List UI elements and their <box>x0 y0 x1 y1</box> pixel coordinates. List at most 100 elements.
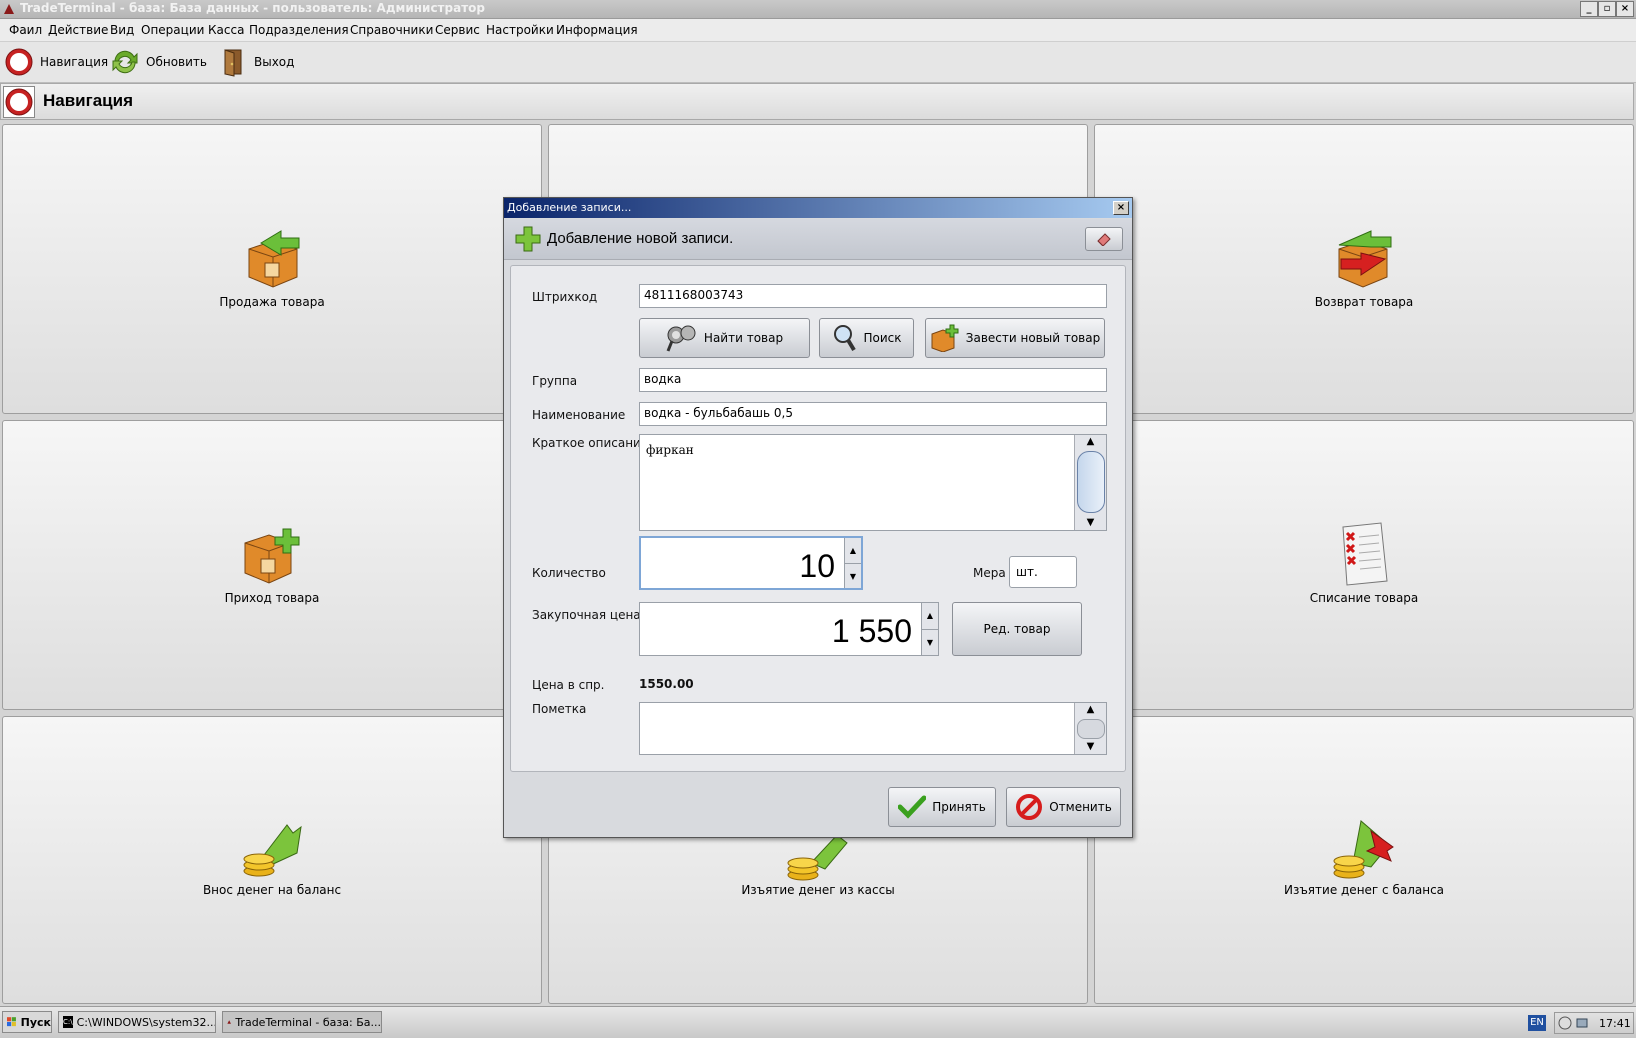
dialog-close-button[interactable]: × <box>1113 201 1129 215</box>
dialog-window-title: Добавление записи... <box>507 201 632 214</box>
maximize-button[interactable]: ▫ <box>1598 1 1616 17</box>
ref-price-value: 1550.00 <box>639 677 694 691</box>
tile-return[interactable]: Возврат товара <box>1094 124 1634 414</box>
navigation-button[interactable]: Навигация <box>4 46 108 78</box>
find-item-button-label: Найти товар <box>703 331 784 345</box>
checkmark-icon <box>898 795 927 819</box>
exit-button[interactable]: Выход <box>218 46 294 78</box>
eraser-icon <box>1097 233 1111 246</box>
quantity-value: 10 <box>799 548 835 584</box>
note-textarea[interactable]: ▲ ▼ <box>639 702 1107 755</box>
menu-action[interactable]: Действие <box>48 23 108 37</box>
unit-field[interactable]: шт. <box>1009 556 1077 588</box>
money-withdraw-icon <box>787 834 848 881</box>
navigation-button-label: Навигация <box>40 55 109 69</box>
dialog-eraser-button[interactable] <box>1085 227 1123 251</box>
writeoff-list-icon <box>1342 522 1388 586</box>
tile-sale-label: Продажа товара <box>219 295 325 309</box>
scroll-thumb[interactable] <box>1077 451 1105 513</box>
note-label: Пометка <box>532 702 587 716</box>
description-textarea[interactable]: фиркан ▲ ▼ <box>639 434 1107 531</box>
window-title-bar: TradeTerminal - база: База данных - поль… <box>0 0 1636 19</box>
language-indicator[interactable]: EN <box>1528 1015 1546 1031</box>
cancel-button-label: Отменить <box>1049 800 1112 814</box>
task-cmd[interactable]: C:\ C:\WINDOWS\system32... <box>58 1011 216 1033</box>
app-icon <box>4 4 14 14</box>
cancel-button[interactable]: Отменить <box>1006 787 1121 827</box>
description-scrollbar[interactable]: ▲ ▼ <box>1074 435 1106 530</box>
box-add-icon <box>931 324 959 352</box>
quantity-stepper[interactable]: 10 ▲ ▼ <box>639 536 863 590</box>
menu-info[interactable]: Информация <box>556 23 638 37</box>
tile-income-label: Приход товара <box>224 591 320 605</box>
purchase-price-spin[interactable]: ▲ ▼ <box>921 603 938 655</box>
group-label: Группа <box>532 374 578 388</box>
scroll-down-arrow-icon[interactable]: ▼ <box>1075 516 1106 530</box>
edit-item-button[interactable]: Ред. товар <box>952 602 1082 656</box>
tray-network-icon[interactable] <box>1575 1016 1589 1030</box>
purchase-price-stepper[interactable]: 1 550 ▲ ▼ <box>639 602 939 656</box>
navigation-header: Навигация <box>0 83 1634 120</box>
tile-return-label: Возврат товара <box>1314 295 1414 309</box>
accept-button[interactable]: Принять <box>888 787 996 827</box>
menu-view[interactable]: Вид <box>110 23 134 37</box>
barcode-label: Штрихкод <box>532 290 598 304</box>
scroll-thumb[interactable] <box>1077 719 1105 739</box>
menu-departments[interactable]: Подразделения <box>249 23 349 37</box>
navigation-title: Навигация <box>43 91 133 110</box>
refresh-button[interactable]: Обновить <box>110 46 207 78</box>
binoculars-icon <box>666 325 696 352</box>
tile-writeoff[interactable]: Списание товара <box>1094 420 1634 710</box>
description-text: фиркан <box>646 443 694 457</box>
window-title: TradeTerminal - база: База данных - поль… <box>20 1 485 15</box>
search-button-label: Поиск <box>863 331 902 345</box>
scroll-up-arrow-icon[interactable]: ▲ <box>1075 435 1106 449</box>
scroll-down-arrow-icon[interactable]: ▼ <box>1075 740 1106 754</box>
minimize-button[interactable]: _ <box>1580 1 1598 17</box>
tile-income[interactable]: Приход товара <box>2 420 542 710</box>
cancel-icon <box>1016 794 1043 820</box>
menu-operations[interactable]: Операции <box>141 23 204 37</box>
start-button[interactable]: Пуск <box>2 1011 52 1033</box>
tile-withdraw-cash-label: Изъятие денег из кассы <box>741 883 895 897</box>
money-withdraw-balance-icon <box>1333 820 1394 879</box>
plus-icon <box>515 226 541 252</box>
name-field[interactable]: водка - бульбабашь 0,5 <box>639 402 1107 426</box>
task-tradeterminal[interactable]: TradeTerminal - база: Ба... <box>222 1011 382 1033</box>
menu-settings[interactable]: Настройки <box>486 23 554 37</box>
toolbar: Навигация Обновить Выход <box>0 42 1636 83</box>
menu-file[interactable]: Фаил <box>9 23 42 37</box>
spin-up-icon[interactable]: ▲ <box>845 538 861 563</box>
tile-withdraw-balance[interactable]: Изъятие денег с баланса <box>1094 716 1634 1004</box>
tray-clock-icon[interactable] <box>1558 1016 1572 1030</box>
menu-service[interactable]: Сервис <box>435 23 480 37</box>
ref-price-label: Цена в спр. <box>532 678 605 692</box>
system-tray: 17:41 <box>1554 1012 1634 1034</box>
search-button[interactable]: Поиск <box>819 318 914 358</box>
tile-deposit[interactable]: Внос денег на баланс <box>2 716 542 1004</box>
task-tradeterminal-label: TradeTerminal - база: Ба... <box>235 1015 381 1029</box>
spin-down-icon[interactable]: ▼ <box>845 563 861 589</box>
note-scrollbar[interactable]: ▲ ▼ <box>1074 703 1106 754</box>
group-field[interactable]: водка <box>639 368 1107 392</box>
quantity-spin[interactable]: ▲ ▼ <box>844 538 861 588</box>
close-window-button[interactable]: × <box>1616 1 1634 17</box>
start-label: Пуск <box>20 1015 51 1029</box>
compass-icon <box>5 88 33 116</box>
tile-writeoff-label: Списание товара <box>1309 591 1419 605</box>
menu-references[interactable]: Справочники <box>350 23 433 37</box>
tile-sale[interactable]: Продажа товара <box>2 124 542 414</box>
description-label: Краткое описание <box>532 436 649 450</box>
scroll-up-arrow-icon[interactable]: ▲ <box>1075 703 1106 717</box>
box-sale-icon <box>248 230 300 288</box>
dialog-header: Добавление новой записи. <box>504 219 1132 260</box>
navigation-header-icon-box <box>3 86 35 118</box>
find-item-button[interactable]: Найти товар <box>639 318 810 358</box>
new-item-button[interactable]: Завести новый товар <box>925 318 1105 358</box>
taskbar: Пуск C:\ C:\WINDOWS\system32... TradeTer… <box>0 1006 1636 1038</box>
spin-down-icon[interactable]: ▼ <box>922 629 938 656</box>
tile-withdraw-balance-label: Изъятие денег с баланса <box>1283 883 1445 897</box>
spin-up-icon[interactable]: ▲ <box>922 603 938 629</box>
barcode-field[interactable]: 4811168003743 <box>639 284 1107 308</box>
menu-cash[interactable]: Касса <box>208 23 244 37</box>
